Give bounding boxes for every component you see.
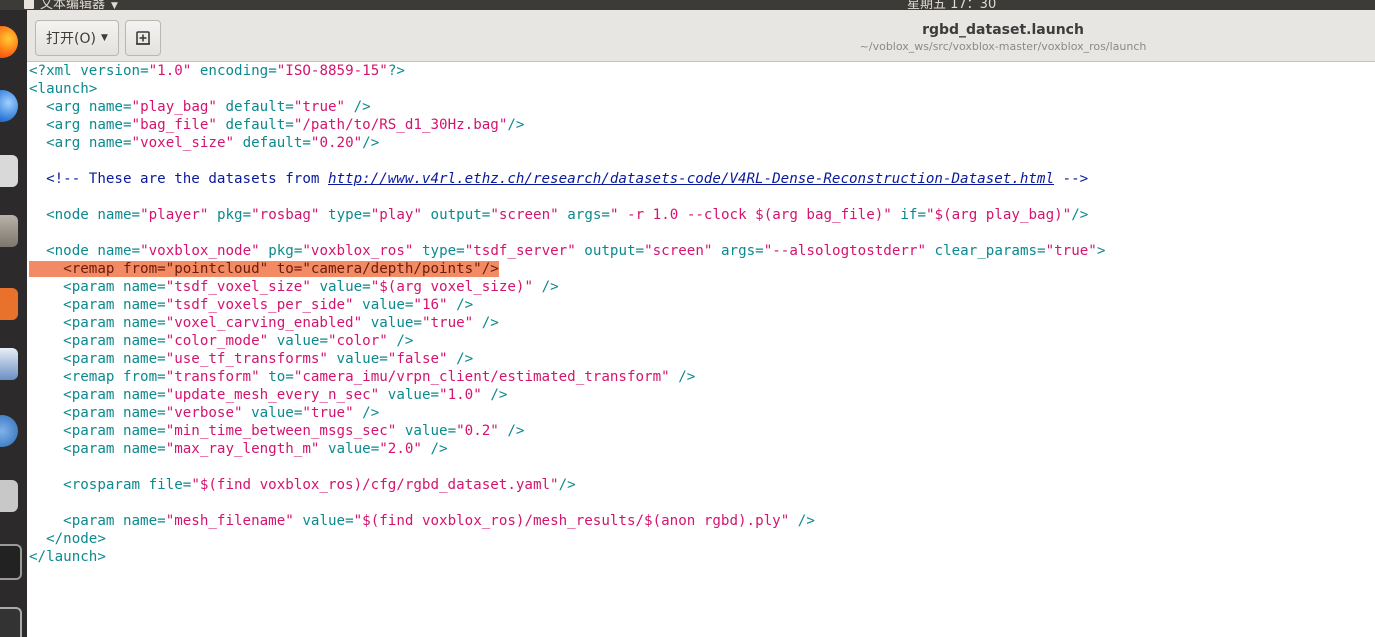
chevron-down-icon: ▼ xyxy=(100,33,108,43)
code-line[interactable]: <remap from="transform" to="camera_imu/v… xyxy=(29,368,1105,386)
thunderbird-icon[interactable] xyxy=(0,90,18,122)
code-line[interactable]: <node name="player" pkg="rosbag" type="p… xyxy=(29,206,1105,224)
text-editor[interactable]: <?xml version="1.0" encoding="ISO-8859-1… xyxy=(27,62,1375,637)
code-line[interactable] xyxy=(29,152,1105,170)
firefox-icon[interactable] xyxy=(0,26,18,58)
code-line[interactable] xyxy=(29,224,1105,242)
code-line[interactable]: <?xml version="1.0" encoding="ISO-8859-1… xyxy=(29,62,1105,80)
code-line[interactable]: <param name="color_mode" value="color" /… xyxy=(29,332,1105,350)
code-line[interactable]: <param name="voxel_carving_enabled" valu… xyxy=(29,314,1105,332)
code-line[interactable]: <launch> xyxy=(29,80,1105,98)
code-line[interactable]: <arg name="bag_file" default="/path/to/R… xyxy=(29,116,1105,134)
launcher-dock xyxy=(0,10,27,637)
help-icon[interactable] xyxy=(0,415,18,447)
clock[interactable]: 星期五 17：30 xyxy=(907,0,996,10)
title-box: rgbd_dataset.launch ~/voblox_ws/src/voxb… xyxy=(677,22,1329,53)
new-document-button[interactable] xyxy=(125,20,161,56)
header-bar: 打开(O) ▼ rgbd_dataset.launch ~/voblox_ws/… xyxy=(27,10,1375,62)
code-line[interactable]: <param name="use_tf_transforms" value="f… xyxy=(29,350,1105,368)
camera-icon[interactable] xyxy=(0,480,18,512)
code-line[interactable]: <param name="update_mesh_every_n_sec" va… xyxy=(29,386,1105,404)
software-center-icon[interactable] xyxy=(0,288,18,320)
code-line[interactable]: <node name="voxblox_node" pkg="voxblox_r… xyxy=(29,242,1105,260)
code-line[interactable]: <arg name="voxel_size" default="0.20"/> xyxy=(29,134,1105,152)
code-line[interactable]: </launch> xyxy=(29,548,1105,566)
code-line[interactable]: <arg name="play_bag" default="true" /> xyxy=(29,98,1105,116)
window-path: ~/voblox_ws/src/voxblox-master/voxblox_r… xyxy=(859,40,1147,53)
files-icon[interactable] xyxy=(0,215,18,247)
window-title: rgbd_dataset.launch xyxy=(922,22,1084,38)
app-name: 文本编辑器 xyxy=(40,0,106,10)
sound-icon[interactable] xyxy=(0,155,18,187)
trash-icon[interactable] xyxy=(0,607,22,637)
code-line[interactable]: <param name="verbose" value="true" /> xyxy=(29,404,1105,422)
selected-text[interactable]: <remap from="pointcloud" to="camera/dept… xyxy=(29,261,499,277)
code-line[interactable]: </node> xyxy=(29,530,1105,548)
code-line[interactable]: <rosparam file="$(find voxblox_ros)/cfg/… xyxy=(29,476,1105,494)
chevron-down-icon: ▼ xyxy=(111,1,118,10)
code-line[interactable]: <param name="max_ray_length_m" value="2.… xyxy=(29,440,1105,458)
text-editor-icon xyxy=(24,0,34,9)
code-line[interactable]: <remap from="pointcloud" to="camera/dept… xyxy=(29,260,1105,278)
open-button-label: 打开(O) xyxy=(46,31,96,47)
new-document-icon xyxy=(136,31,150,45)
code-line[interactable] xyxy=(29,494,1105,512)
app-menu[interactable]: 文本编辑器 ▼ xyxy=(24,0,118,10)
code-view[interactable]: <?xml version="1.0" encoding="ISO-8859-1… xyxy=(29,62,1105,566)
open-button[interactable]: 打开(O) ▼ xyxy=(35,20,119,56)
code-line[interactable]: <param name="tsdf_voxel_size" value="$(a… xyxy=(29,278,1105,296)
terminal-icon[interactable] xyxy=(0,544,22,580)
code-line[interactable] xyxy=(29,458,1105,476)
top-panel: 文本编辑器 ▼ 星期五 17：30 xyxy=(0,0,1375,10)
code-line[interactable]: <!-- These are the datasets from http://… xyxy=(29,170,1105,188)
code-line[interactable]: <param name="mesh_filename" value="$(fin… xyxy=(29,512,1105,530)
code-line[interactable]: <param name="tsdf_voxels_per_side" value… xyxy=(29,296,1105,314)
code-line[interactable]: <param name="min_time_between_msgs_sec" … xyxy=(29,422,1105,440)
writer-icon[interactable] xyxy=(0,348,18,380)
code-line[interactable] xyxy=(29,188,1105,206)
